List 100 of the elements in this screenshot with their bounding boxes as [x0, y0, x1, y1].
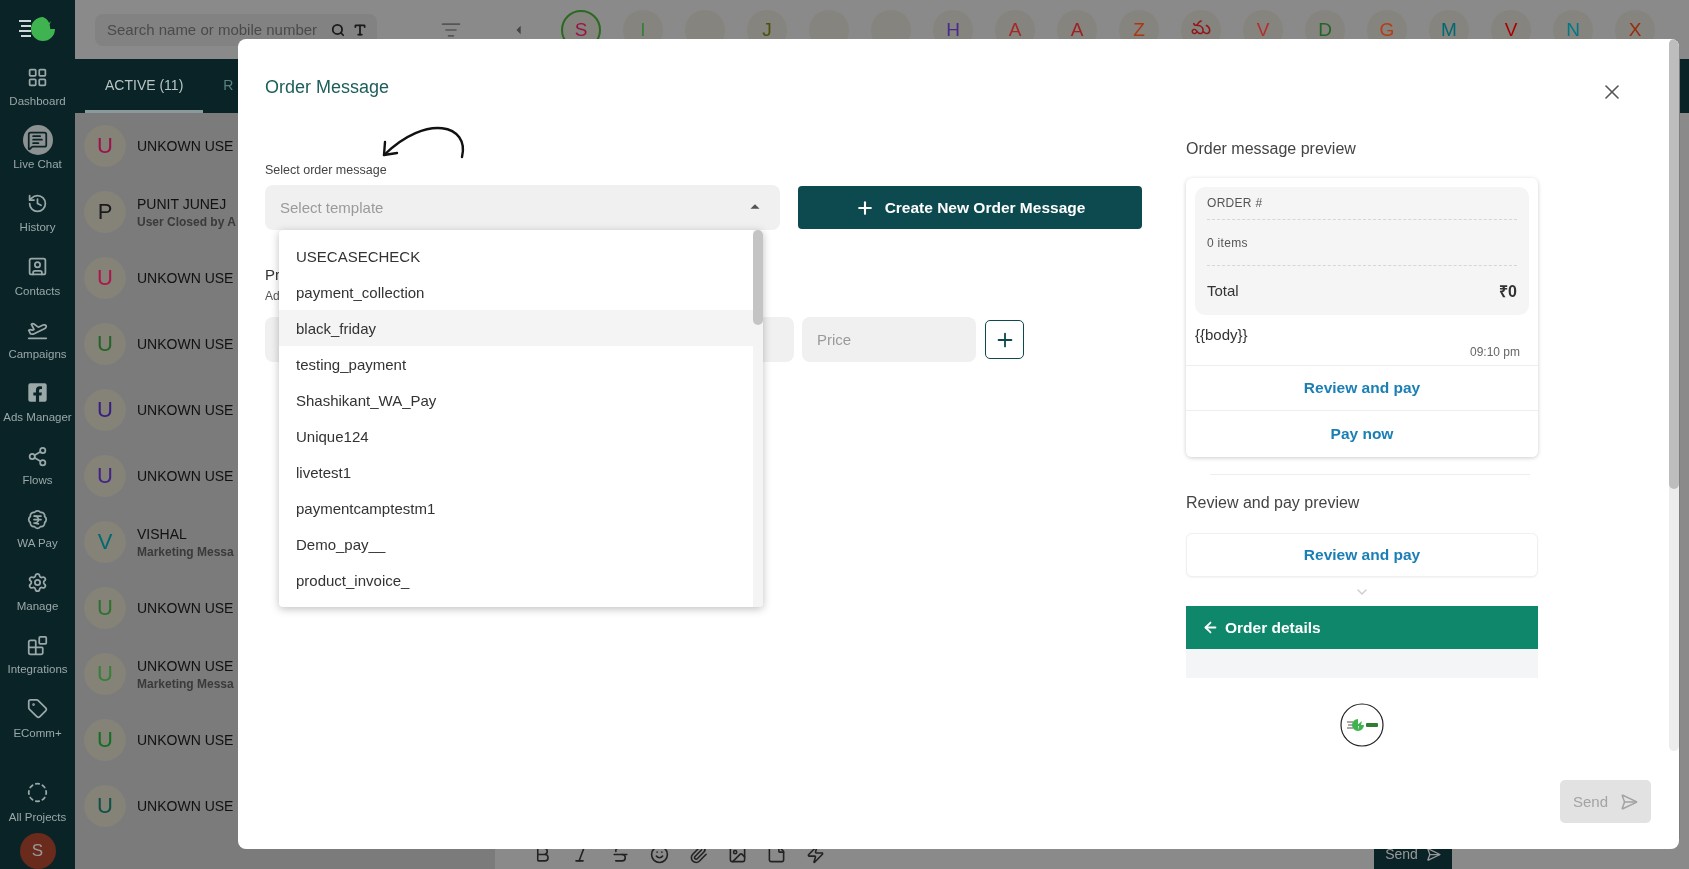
chat-name[interactable]: UNKOWN USE	[137, 402, 234, 418]
panel-header	[1680, 59, 1689, 113]
total-value: ₹0	[1499, 281, 1517, 302]
sidebar-item[interactable]: EComm+	[0, 689, 75, 753]
chat-avatar: U	[84, 323, 126, 365]
template-option[interactable]: Demo_pay__	[279, 526, 753, 562]
chat-name[interactable]: UNKOWN USE	[137, 798, 234, 814]
chat-avatar: U	[84, 719, 126, 761]
scrollbar[interactable]	[1669, 39, 1679, 751]
sidebar-item[interactable]: All Projects	[0, 773, 75, 831]
chat-avatar: U	[84, 389, 126, 431]
template-option[interactable]: USECASECHECK	[279, 238, 753, 274]
sidebar-item[interactable]: Campaigns	[0, 310, 75, 374]
chat-name[interactable]: UNKOWN USE	[137, 600, 234, 616]
grid-icon	[27, 66, 48, 88]
send-icon	[1425, 846, 1441, 862]
chat-name[interactable]: UNKOWN USE	[137, 270, 234, 286]
sidebar-item[interactable]: Ads Manager	[0, 373, 75, 437]
chat-name[interactable]: PUNIT JUNEJ	[137, 195, 236, 212]
chat-name[interactable]: UNKOWN USE	[137, 732, 234, 748]
chat-avatar: U	[84, 587, 126, 629]
template-option[interactable]: Shashikant_WA_Pay	[279, 382, 753, 418]
chat-icon	[27, 129, 48, 151]
sidebar-label: Flows	[22, 473, 53, 487]
sidebar-item[interactable]: Dashboard	[0, 58, 75, 122]
sidebar-label: History	[19, 220, 56, 235]
section-hint: Ad	[265, 289, 280, 304]
review-and-pay-button[interactable]: Review and pay	[1186, 533, 1538, 577]
sidebar-label: Dashboard	[9, 94, 66, 109]
sidebar-item[interactable]: Live Chat	[0, 121, 75, 185]
chat-preview: Marketing Messa	[137, 544, 234, 559]
sidebar-label: EComm+	[13, 725, 62, 740]
dialog-title: Order Message	[265, 76, 390, 98]
sidebar-item[interactable]: Contacts	[0, 247, 75, 311]
sidebar-item[interactable]: History	[0, 184, 75, 248]
preview-action-button[interactable]: Pay now	[1186, 410, 1538, 457]
send-icon	[1620, 792, 1638, 811]
rupee-badge-icon	[27, 508, 48, 530]
message-time: 09:10 pm	[1469, 345, 1520, 359]
chat-avatar: P	[84, 191, 126, 233]
sidebar-item[interactable]: Manage	[0, 563, 75, 627]
sidebar-label: Manage	[16, 599, 59, 614]
nodes-icon	[27, 445, 48, 467]
sidebar-label: WA Pay	[17, 536, 58, 551]
preview-action-button[interactable]: Review and pay	[1186, 365, 1538, 410]
template-option[interactable]: livetest1	[279, 454, 753, 490]
chat-preview: Marketing Messa	[137, 676, 234, 691]
field-label: Select order message	[265, 163, 387, 177]
template-option[interactable]: Unique124	[279, 418, 753, 454]
contact-card-icon	[27, 256, 48, 278]
search-icon[interactable]	[331, 22, 345, 37]
template-option[interactable]: paymentcamptestm1	[279, 490, 753, 526]
template-option[interactable]: testing_payment	[279, 346, 753, 382]
message-body: {{body}}	[1195, 325, 1249, 345]
brand-logo	[1340, 703, 1384, 747]
history-icon	[27, 192, 48, 214]
chat-avatar: U	[84, 785, 126, 827]
sidebar-label: Contacts	[14, 283, 61, 298]
search-field[interactable]: Search name or mobile number	[95, 13, 377, 46]
template-option[interactable]: black_friday	[279, 310, 753, 346]
user-avatar[interactable]: S	[19, 832, 56, 869]
sidebar-label: Integrations	[7, 662, 68, 677]
sidebar-label: Campaigns	[8, 346, 67, 361]
sidebar-label: Ads Manager	[3, 409, 72, 424]
chat-tab[interactable]: ACTIVE (11)	[85, 59, 204, 113]
chat-avatar: U	[84, 257, 126, 299]
preview-title: Review and pay preview	[1186, 493, 1361, 513]
chat-name[interactable]: VISHAL	[137, 525, 234, 542]
sidebar-item[interactable]: WA Pay	[0, 500, 75, 564]
settings-icon	[27, 571, 48, 593]
text-icon[interactable]	[353, 22, 367, 37]
chat-avatar: U	[84, 125, 126, 167]
preview-title: Order message preview	[1186, 139, 1357, 159]
chat-name[interactable]: UNKOWN USE	[137, 336, 234, 352]
chat-name[interactable]: UNKOWN USE	[137, 138, 234, 154]
item-count: 0 items	[1207, 235, 1248, 250]
create-order-message-button[interactable]: Create New Order Message	[798, 186, 1142, 229]
dashed-circle-icon	[27, 782, 48, 804]
template-option[interactable]: product_invoice_	[279, 562, 753, 598]
tag-icon	[27, 698, 48, 720]
chat-avatar: V	[84, 521, 126, 563]
chat-avatar: U	[84, 653, 126, 695]
blocks-icon	[27, 634, 48, 656]
template-option[interactable]: payment_collection	[279, 274, 753, 310]
price-field[interactable]: Price	[802, 317, 976, 362]
sidebar-item[interactable]: Integrations	[0, 626, 75, 690]
order-label: ORDER #	[1207, 196, 1263, 210]
sidebar-label: Live Chat	[13, 157, 62, 172]
section-title: Pr	[265, 266, 280, 284]
add-item-button[interactable]	[985, 320, 1024, 359]
chat-name[interactable]: UNKOWN USE	[137, 657, 234, 674]
total-label: Total	[1207, 282, 1239, 299]
chat-name[interactable]: UNKOWN USE	[137, 468, 234, 484]
chat-preview: User Closed by A	[137, 214, 236, 229]
scrollbar[interactable]	[753, 230, 763, 607]
sidebar-item[interactable]: Flows	[0, 437, 75, 501]
facebook-icon	[27, 382, 48, 404]
sidebar-label: All Projects	[8, 809, 67, 824]
template-select[interactable]: Select template	[265, 185, 780, 230]
chat-avatar: U	[84, 455, 126, 497]
